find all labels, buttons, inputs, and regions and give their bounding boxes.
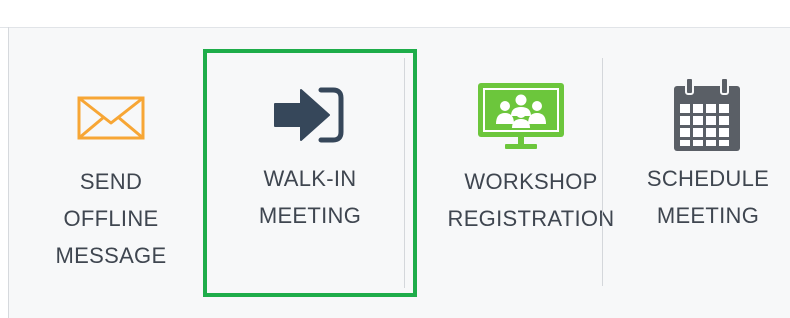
workshop-registration-button[interactable]: WORKSHOP REGISTRATION: [437, 28, 614, 318]
label-line: SCHEDULE: [646, 166, 770, 191]
label-line: MESSAGE: [55, 243, 167, 268]
send-offline-message-label: SEND OFFLINE MESSAGE: [39, 163, 183, 274]
actions-panel: SEND OFFLINE MESSAGE WALK-IN MEETING WOR…: [9, 28, 790, 318]
label-line: REGISTRATION: [447, 206, 615, 231]
send-offline-message-button[interactable]: SEND OFFLINE MESSAGE: [39, 28, 183, 318]
schedule-meeting-button[interactable]: SCHEDULE MEETING: [633, 28, 783, 318]
action-separator: [602, 58, 603, 286]
label-line: OFFLINE: [63, 206, 159, 231]
envelope-icon: [77, 96, 145, 140]
sign-in-arrow-icon: [274, 87, 344, 143]
label-line: SEND: [79, 169, 143, 194]
walk-in-meeting-label: WALK-IN MEETING: [207, 160, 413, 234]
workshop-registration-label: WORKSHOP REGISTRATION: [447, 163, 615, 237]
action-separator: [404, 58, 405, 288]
label-line: WORKSHOP: [464, 169, 598, 194]
schedule-meeting-label: SCHEDULE MEETING: [633, 160, 783, 234]
label-line: MEETING: [656, 203, 760, 228]
group-presentation-monitor-icon: [478, 83, 564, 149]
screen: SEND OFFLINE MESSAGE WALK-IN MEETING WOR…: [0, 0, 790, 318]
label-line: WALK-IN: [263, 166, 357, 191]
walk-in-meeting-button[interactable]: WALK-IN MEETING: [207, 28, 413, 318]
calendar-icon: [674, 77, 740, 151]
label-line: MEETING: [258, 203, 362, 228]
